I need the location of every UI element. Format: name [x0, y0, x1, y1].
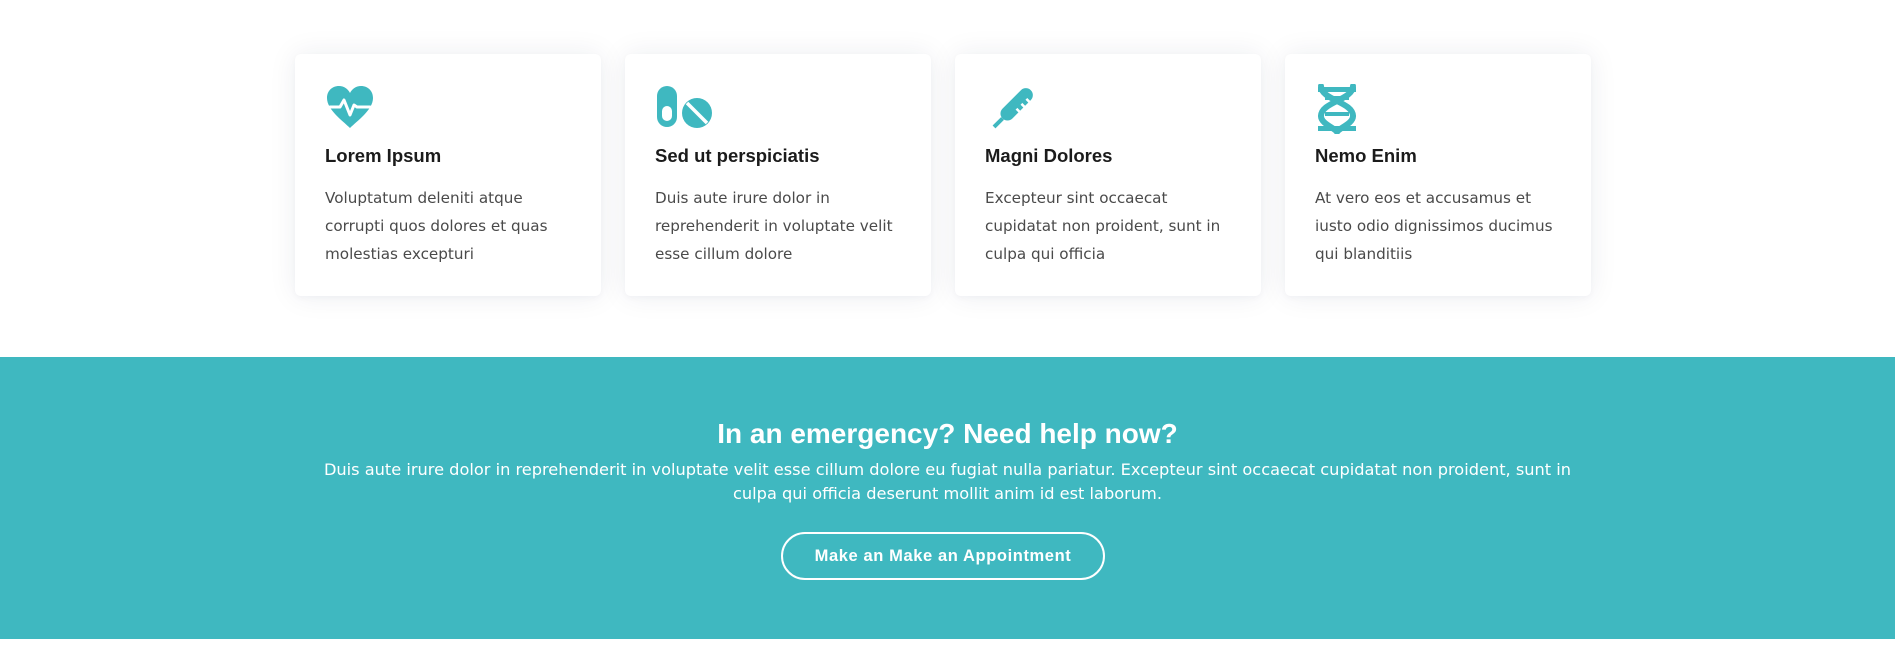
dna-icon — [1315, 84, 1371, 136]
cta-description: Duis aute irure dolor in reprehenderit i… — [323, 460, 1572, 503]
feature-title: Lorem Ipsum — [325, 145, 442, 166]
feature-card: Magni Dolores Excepteur sint occaecat cu… — [955, 54, 1261, 296]
feature-title: Magni Dolores — [985, 145, 1113, 166]
feature-card: Sed ut perspiciatis Duis aute irure dolo… — [625, 54, 931, 296]
cta-title: In an emergency? Need help now? — [717, 418, 1178, 449]
thermometer-icon — [985, 84, 1041, 136]
feature-description: Excepteur sint occaecat cupidatat non pr… — [985, 189, 1221, 263]
section-divider — [0, 639, 1895, 653]
feature-description: Duis aute irure dolor in reprehenderit i… — [655, 189, 893, 263]
feature-card: Nemo Enim At vero eos et accusamus et iu… — [1285, 54, 1591, 296]
make-appointment-button[interactable]: Make an Make an Appointment — [781, 532, 1105, 580]
feature-description: Voluptatum deleniti atque corrupti quos … — [325, 189, 548, 263]
heartbeat-icon — [325, 84, 381, 136]
feature-title: Sed ut perspiciatis — [655, 145, 820, 166]
pills-icon — [655, 84, 712, 136]
feature-description: At vero eos et accusamus et iusto odio d… — [1315, 189, 1553, 263]
feature-card: Lorem Ipsum Voluptatum deleniti atque co… — [295, 54, 601, 296]
emergency-cta-section: In an emergency? Need help now? Duis aut… — [0, 357, 1895, 639]
features-section: Lorem Ipsum Voluptatum deleniti atque co… — [0, 0, 1895, 357]
feature-title: Nemo Enim — [1315, 145, 1417, 166]
